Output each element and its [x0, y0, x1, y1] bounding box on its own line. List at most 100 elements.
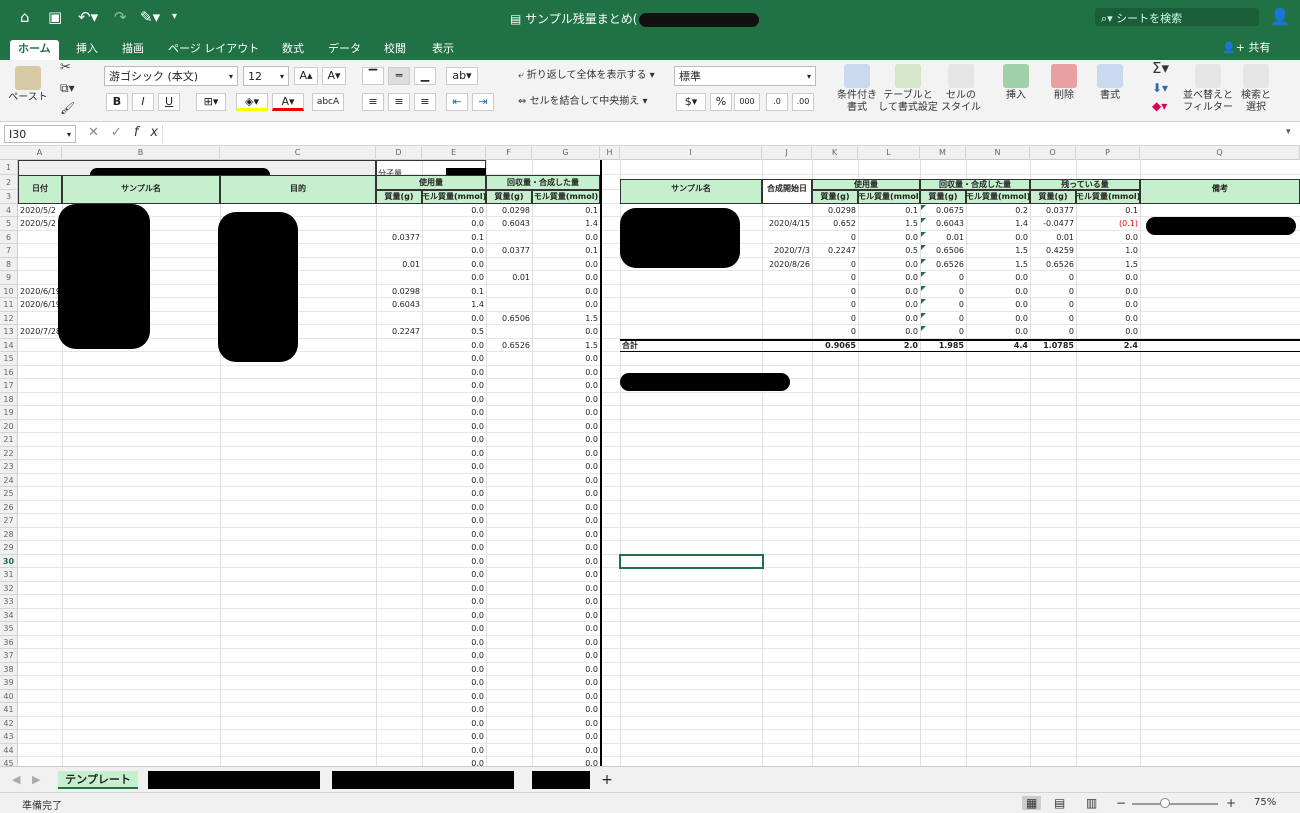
- cell[interactable]: 0.0: [968, 285, 1028, 299]
- prev-sheet-icon[interactable]: ◀: [12, 773, 20, 786]
- cell[interactable]: 0.0: [1078, 285, 1138, 299]
- cell[interactable]: 0: [1032, 285, 1074, 299]
- cell[interactable]: 0.0: [968, 231, 1028, 245]
- cell[interactable]: 0.0: [534, 528, 598, 542]
- cell[interactable]: 0.0: [424, 447, 484, 461]
- home-icon[interactable]: ⌂: [20, 8, 30, 26]
- tab-view[interactable]: 表示: [424, 40, 462, 60]
- cell[interactable]: 0.6043: [378, 298, 420, 312]
- autosum-icon[interactable]: Σ▾: [1152, 61, 1169, 76]
- zoom-out-icon[interactable]: −: [1116, 796, 1126, 810]
- cell[interactable]: 0.2: [968, 204, 1028, 218]
- cell[interactable]: 0.0: [534, 582, 598, 596]
- cell[interactable]: 0.1: [424, 285, 484, 299]
- cell[interactable]: 0: [922, 285, 964, 299]
- cell[interactable]: 0.2247: [378, 325, 420, 339]
- column-header[interactable]: C: [220, 146, 376, 160]
- cell[interactable]: 0.0: [860, 258, 918, 272]
- cell[interactable]: 0.01: [378, 258, 420, 272]
- cell[interactable]: 0.1: [534, 244, 598, 258]
- cell[interactable]: 0.0: [424, 555, 484, 569]
- cell[interactable]: 0.0: [424, 663, 484, 677]
- cell[interactable]: 0.0: [424, 487, 484, 501]
- column-header[interactable]: G: [532, 146, 600, 160]
- column-header[interactable]: L: [858, 146, 920, 160]
- cell[interactable]: 0.0298: [814, 204, 856, 218]
- cell[interactable]: 0.0: [534, 541, 598, 555]
- column-header[interactable]: E: [422, 146, 486, 160]
- row-header[interactable]: 3: [0, 190, 18, 204]
- cell[interactable]: 0.0: [424, 595, 484, 609]
- decrease-font-icon[interactable]: A▾: [322, 67, 346, 85]
- cell[interactable]: 0.1: [424, 231, 484, 245]
- cell[interactable]: 0.0: [968, 325, 1028, 339]
- font-size-select[interactable]: 12 ▾: [243, 66, 289, 86]
- cell[interactable]: 0.0: [534, 622, 598, 636]
- cell[interactable]: 0.0: [424, 379, 484, 393]
- row-header[interactable]: 21: [0, 433, 18, 447]
- cell[interactable]: 0.0: [534, 744, 598, 758]
- cell[interactable]: [764, 312, 810, 326]
- cell[interactable]: 0: [922, 325, 964, 339]
- cell[interactable]: 0: [922, 271, 964, 285]
- cell[interactable]: 0.5: [860, 244, 918, 258]
- row-header[interactable]: 40: [0, 689, 18, 703]
- cell[interactable]: 0.0: [534, 501, 598, 515]
- row-header[interactable]: 29: [0, 541, 18, 555]
- cell[interactable]: 0.0: [860, 231, 918, 245]
- cell[interactable]: 0.0: [860, 298, 918, 312]
- customize-icon[interactable]: ▾: [172, 8, 177, 26]
- tab-page-layout[interactable]: ページ レイアウト: [160, 40, 267, 60]
- cell[interactable]: 0.0: [424, 568, 484, 582]
- cell[interactable]: 0: [814, 285, 856, 299]
- cell[interactable]: 0.0: [968, 271, 1028, 285]
- row-header[interactable]: 30: [0, 554, 18, 568]
- cell[interactable]: 0.0: [860, 312, 918, 326]
- cell[interactable]: 0.0: [1078, 271, 1138, 285]
- cell[interactable]: [488, 285, 530, 299]
- cell[interactable]: 2020/6/19: [20, 285, 60, 299]
- cut-icon[interactable]: ✂: [60, 61, 71, 74]
- cell[interactable]: 2020/8/26: [764, 258, 810, 272]
- cell[interactable]: 2020/7/28: [20, 325, 60, 339]
- wrap-text-button[interactable]: ⤶ 折り返して全体を表示する ▾: [518, 70, 655, 82]
- cell[interactable]: 0.0: [424, 339, 484, 353]
- cell[interactable]: 0.01: [488, 271, 530, 285]
- cell[interactable]: 0.0: [534, 474, 598, 488]
- cell[interactable]: 0.0: [424, 352, 484, 366]
- conditional-format-button[interactable]: 条件付き 書式: [832, 64, 882, 114]
- cell[interactable]: 0.0: [534, 285, 598, 299]
- increase-font-icon[interactable]: A▴: [294, 67, 318, 85]
- cell[interactable]: 0.0: [534, 487, 598, 501]
- cell[interactable]: 0.0: [534, 730, 598, 744]
- cell[interactable]: 0.0: [424, 406, 484, 420]
- cell[interactable]: 0.5: [424, 325, 484, 339]
- format-as-table-button[interactable]: テーブルと して書式設定: [878, 64, 938, 114]
- row-header[interactable]: 11: [0, 298, 18, 312]
- cell[interactable]: 1.4: [534, 217, 598, 231]
- cell[interactable]: 0.0: [424, 366, 484, 380]
- save-icon[interactable]: ▣: [48, 8, 62, 26]
- paste-button[interactable]: ペースト: [8, 66, 48, 104]
- search-input[interactable]: ⌕▾ シートを検索: [1095, 8, 1259, 26]
- cell[interactable]: 0.0: [424, 676, 484, 690]
- merge-center-button[interactable]: ⇔ セルを結合して中央揃え ▾: [518, 96, 647, 108]
- cell[interactable]: [764, 285, 810, 299]
- column-header[interactable]: O: [1030, 146, 1076, 160]
- cell[interactable]: 0.0: [534, 676, 598, 690]
- cell[interactable]: 0.0: [1078, 325, 1138, 339]
- sheet-tab-redacted[interactable]: [148, 771, 320, 789]
- edit-icon[interactable]: ✎▾: [140, 8, 160, 26]
- cell[interactable]: 2.0: [860, 339, 918, 353]
- cell[interactable]: 0.6526: [1032, 258, 1074, 272]
- cell[interactable]: 0.0: [424, 217, 484, 231]
- borders-icon[interactable]: ⊞▾: [196, 93, 226, 111]
- row-header[interactable]: 27: [0, 514, 18, 528]
- find-select-button[interactable]: 検索と 選択: [1236, 64, 1276, 114]
- cell[interactable]: 0.0: [968, 312, 1028, 326]
- cell[interactable]: 0.4259: [1032, 244, 1074, 258]
- cell[interactable]: 1.5: [860, 217, 918, 231]
- row-header[interactable]: 16: [0, 365, 18, 379]
- cell[interactable]: 0.0: [534, 406, 598, 420]
- cell[interactable]: 0.1: [860, 204, 918, 218]
